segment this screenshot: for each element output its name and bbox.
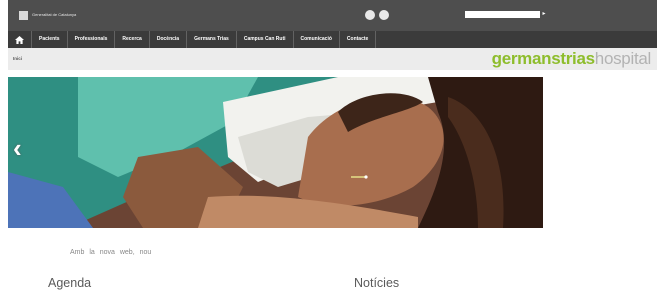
- hero-image: [8, 77, 543, 228]
- social-icon[interactable]: [379, 10, 389, 20]
- social-icon[interactable]: [365, 10, 375, 20]
- top-bar: Generalitat de Catalunya ▸: [8, 0, 657, 31]
- logo-part-a: germanstrias: [491, 49, 595, 68]
- hospital-logo[interactable]: germanstriashospital: [491, 49, 652, 69]
- gencat-logo[interactable]: Generalitat de Catalunya: [19, 8, 92, 22]
- nav-item-professionals[interactable]: Professionals: [68, 31, 116, 48]
- chevron-left-icon[interactable]: ‹: [13, 135, 29, 161]
- gencat-emblem-icon: [19, 10, 28, 20]
- home-icon[interactable]: [8, 31, 32, 48]
- search-button[interactable]: ▸: [541, 11, 547, 18]
- search-input[interactable]: [465, 11, 540, 18]
- news-heading: Notícies: [354, 276, 400, 290]
- main-nav: Pacients Professionals Recerca Docència …: [8, 31, 657, 48]
- nav-item-contacte[interactable]: Contacte: [340, 31, 377, 48]
- breadcrumb-bar: Inici germanstriashospital: [8, 48, 657, 70]
- gencat-text: Generalitat de Catalunya: [32, 11, 77, 17]
- breadcrumb[interactable]: Inici: [13, 56, 22, 61]
- nav-item-docencia[interactable]: Docència: [150, 31, 188, 48]
- nav-item-campus-can-ruti[interactable]: Campus Can Ruti: [237, 31, 294, 48]
- logo-part-b: hospital: [594, 49, 652, 68]
- nav-item-comunicacio[interactable]: Comunicació: [294, 31, 340, 48]
- nav-item-pacients[interactable]: Pacients: [32, 31, 68, 48]
- agenda-heading: Agenda: [48, 276, 92, 290]
- nav-item-germans-trias[interactable]: Germans Trias: [187, 31, 237, 48]
- hero-slider[interactable]: ‹: [8, 77, 543, 228]
- intro-text: Amb la nova web, nou: [70, 249, 152, 256]
- nav-item-recerca[interactable]: Recerca: [115, 31, 150, 48]
